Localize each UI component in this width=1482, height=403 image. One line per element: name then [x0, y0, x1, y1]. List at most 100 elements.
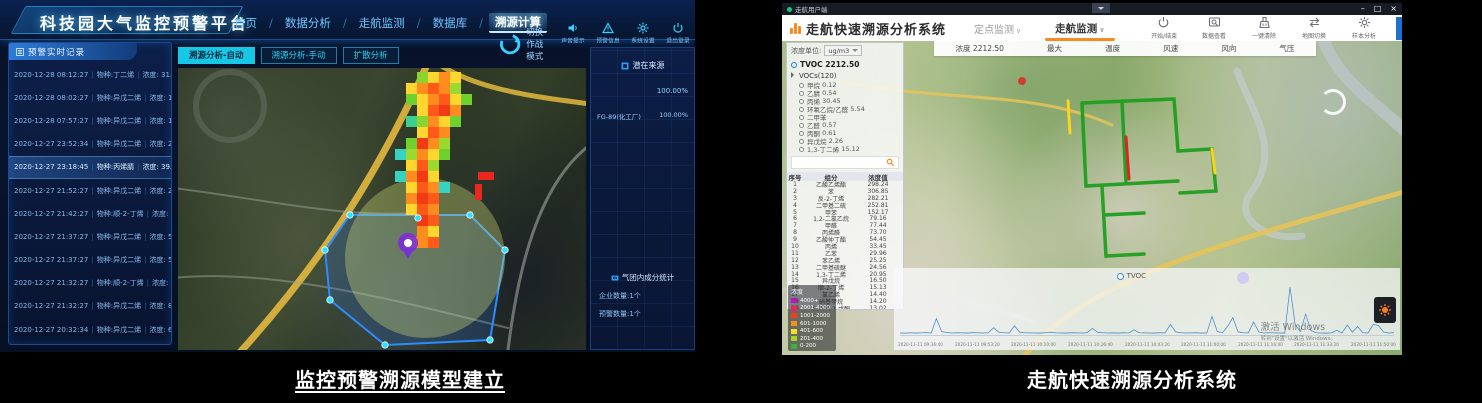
close-button[interactable]: ×: [1390, 3, 1397, 15]
screenshot-montage: 科技园大气监控预警平台 首页数据分析走航监测数据库溯源计算 切换作战模式 声音提…: [0, 0, 1482, 403]
record-species: 物种:丁二烯: [88, 70, 134, 80]
window-controls: – □ ×: [1361, 3, 1397, 15]
mobile-monitoring-map[interactable]: 浓度 2212.50最大温度风速风向气压 浓度单位: ug/m3 TVOC 22…: [782, 41, 1402, 355]
titlebar-menu-caret[interactable]: [1092, 3, 1110, 13]
legend-entry: 401-600: [791, 327, 833, 335]
alarm-record-row[interactable]: 2020-12-28 07:57:27 物种:异戊二烯 浓度: 118.94pp…: [9, 109, 171, 132]
system-settings-button[interactable]: 系统设置: [630, 22, 656, 45]
legend-swatch: [791, 329, 797, 334]
clear-all-button[interactable]: 一键清除: [1250, 16, 1278, 40]
legend-swatch: [791, 298, 797, 303]
species-radio-item[interactable]: 环氧乙烷/乙醛 5.54: [787, 105, 903, 113]
monitor-tab[interactable]: 走航监测∨: [1051, 21, 1109, 36]
status-item: 气压: [1279, 43, 1294, 54]
species-radio-item[interactable]: 二甲苯: [787, 113, 903, 121]
species-radio-item[interactable]: 乙腈 0.54: [787, 89, 903, 97]
species-radio-item[interactable]: 1,3-丁二烯 15.12: [787, 145, 903, 153]
record-time: 2020-12-27 21:32:27: [14, 302, 88, 310]
vocs-group-row[interactable]: VOCs(120): [787, 71, 903, 81]
left-screenshot-monitoring-platform: 科技园大气监控预警平台 首页数据分析走航监测数据库溯源计算 切换作战模式 声音提…: [0, 0, 695, 352]
expand-triangle-icon: [791, 72, 797, 78]
gear-icon: [637, 22, 649, 34]
satellite-map[interactable]: [178, 68, 586, 350]
alarm-record-row[interactable]: 2020-12-27 21:42:27 物种:顺-2-丁烯 浓度: 54.00p…: [9, 202, 171, 225]
alarm-record-row[interactable]: 2020-12-27 23:18:45 物种:丙烯腈 浓度: 39.67ppb …: [9, 156, 171, 179]
alarm-record-row[interactable]: 2020-12-27 21:37:27 物种:异戊二烯 浓度: 51.22ppb…: [9, 249, 171, 272]
refresh-icon: [497, 31, 523, 57]
source-item[interactable]: FG-89(化工厂) 100.00%: [591, 111, 694, 121]
record-species: 物种:异戊二烯: [88, 93, 141, 103]
tool-label: 预警信息: [596, 36, 619, 45]
record-concentration: 浓度: 72.46ppb: [144, 278, 171, 288]
nav-item[interactable]: 数据库: [427, 14, 489, 32]
record-concentration: 浓度: 54.00ppb: [144, 209, 171, 219]
alarm-panel-title: 预警实时记录: [28, 46, 85, 58]
legend-entry: 201-400: [791, 335, 833, 343]
record-species: 物种:丙烯腈: [88, 162, 134, 172]
species-list: 甲烷 0.12 乙腈 0.54 丙烯 30.45: [787, 81, 903, 153]
monitor-tab[interactable]: 定点监测∨: [970, 21, 1025, 36]
tool-label: 样本分析: [1352, 30, 1376, 39]
tool-label: 声音提示: [561, 36, 584, 45]
unit-select[interactable]: ug/m3: [824, 45, 862, 56]
alarm-record-row[interactable]: 2020-12-27 21:32:27 物种:异戊二烯 浓度: 80.70ppb…: [9, 295, 171, 318]
tvoc-value: TVOC 2212.50: [800, 60, 859, 69]
legend-ring-icon: [1117, 273, 1124, 280]
species-radio-item[interactable]: 甲烷 0.12: [787, 81, 903, 89]
species-radio-item[interactable]: 丙酮 0.61: [787, 129, 903, 137]
sound-tip-button[interactable]: 声音提示: [560, 22, 586, 45]
record-time: 2020-12-28 08:02:27: [14, 94, 88, 102]
alarm-record-row[interactable]: 2020-12-28 08:02:27 物种:异戊二烯 浓度: 173.16pp…: [9, 86, 171, 109]
x-tick-label: 2020-11-11 09:53:20: [955, 343, 1000, 348]
record-species: 物种:异戊二烯: [88, 325, 141, 335]
species-radio-item[interactable]: 乙醛 0.57: [787, 121, 903, 129]
x-tick-label: 2020-11-11 11:00:00: [1181, 343, 1226, 348]
legend-swatch: [791, 336, 797, 341]
concentration-legend: 浓度 4000+ 2001-4000: [788, 285, 836, 351]
alarm-record-row[interactable]: 2020-12-27 20:32:34 物种:异戊二烯 浓度: 66.04ppb…: [9, 318, 171, 341]
analysis-tab[interactable]: 溯源分析-手动: [261, 47, 337, 64]
nav-item[interactable]: 数据分析: [279, 14, 353, 32]
stat-alarm-count: 预警数量:1个: [591, 309, 694, 319]
alarm-record-row[interactable]: 2020-12-27 21:52:27 物种:异戊二烯 浓度: 28.62ppb…: [9, 179, 171, 202]
mode-switch-button[interactable]: 切换作战模式: [497, 26, 551, 62]
alarm-record-row[interactable]: 2020-12-27 23:52:34 物种:异戊二烯 浓度: 23.22ppb…: [9, 133, 171, 156]
alarm-record-row[interactable]: 2020-12-27 21:37:27 物种:异戊二烯 浓度: 57.62ppb…: [9, 225, 171, 248]
map-switch-button[interactable]: 地图切换: [1300, 16, 1328, 40]
record-time: 2020-12-27 21:37:27: [14, 256, 88, 264]
nav-item[interactable]: 首页: [228, 14, 279, 32]
analysis-tab[interactable]: 溯源分析-自动: [178, 47, 255, 64]
logout-button[interactable]: 退出登录: [665, 22, 691, 45]
status-item: 风向: [1221, 43, 1236, 54]
x-tick-label: 2020-11-11 09:36:40: [898, 343, 943, 348]
alert-info-button[interactable]: 预警信息: [595, 22, 621, 45]
tool-label: 开始/结束: [1151, 30, 1177, 39]
species-search-input[interactable]: [791, 156, 899, 169]
maximize-button[interactable]: □: [1374, 3, 1382, 15]
sample-analysis-button[interactable]: 样本分析: [1350, 16, 1378, 40]
data-view-button[interactable]: 数据查看: [1200, 16, 1228, 40]
tvoc-radio-row[interactable]: TVOC 2212.50: [787, 58, 903, 71]
source-item-probability: 100.00%: [659, 111, 688, 121]
radio-off-icon: [799, 107, 804, 112]
species-radio-item[interactable]: 异戊烷 2.26: [787, 137, 903, 145]
tool-label: 数据查看: [1202, 30, 1226, 39]
source-panel-title: 潜在来源: [633, 60, 665, 71]
alarm-record-row[interactable]: 2020-12-27 21:32:27 物种:顺-2-丁烯 浓度: 72.46p…: [9, 272, 171, 295]
start-stop-button[interactable]: 开始/结束: [1150, 16, 1178, 40]
antivirus-tray-icon[interactable]: [1374, 297, 1396, 323]
tool-label: 地图切换: [1302, 30, 1326, 39]
minimize-button[interactable]: –: [1361, 3, 1365, 15]
analysis-tab[interactable]: 扩散分析: [343, 47, 399, 64]
cell-value: 13.02: [859, 305, 897, 310]
app-dot-icon: [787, 7, 792, 12]
chart-legend: TVOC: [1117, 272, 1146, 280]
record-time: 2020-12-27 23:52:34: [14, 140, 88, 148]
nav-item[interactable]: 走航监测: [353, 14, 427, 32]
legend-range: 4000+: [800, 298, 819, 304]
list-icon: [16, 48, 24, 56]
record-time: 2020-12-28 08:12:27: [14, 71, 88, 79]
alarm-record-row[interactable]: 2020-12-28 08:12:27 物种:丁二烯 浓度: 31.45ppb …: [9, 63, 171, 86]
monitor-tab-label: 定点监测: [974, 25, 1014, 36]
source-probability-top: 100.00%: [591, 87, 694, 95]
